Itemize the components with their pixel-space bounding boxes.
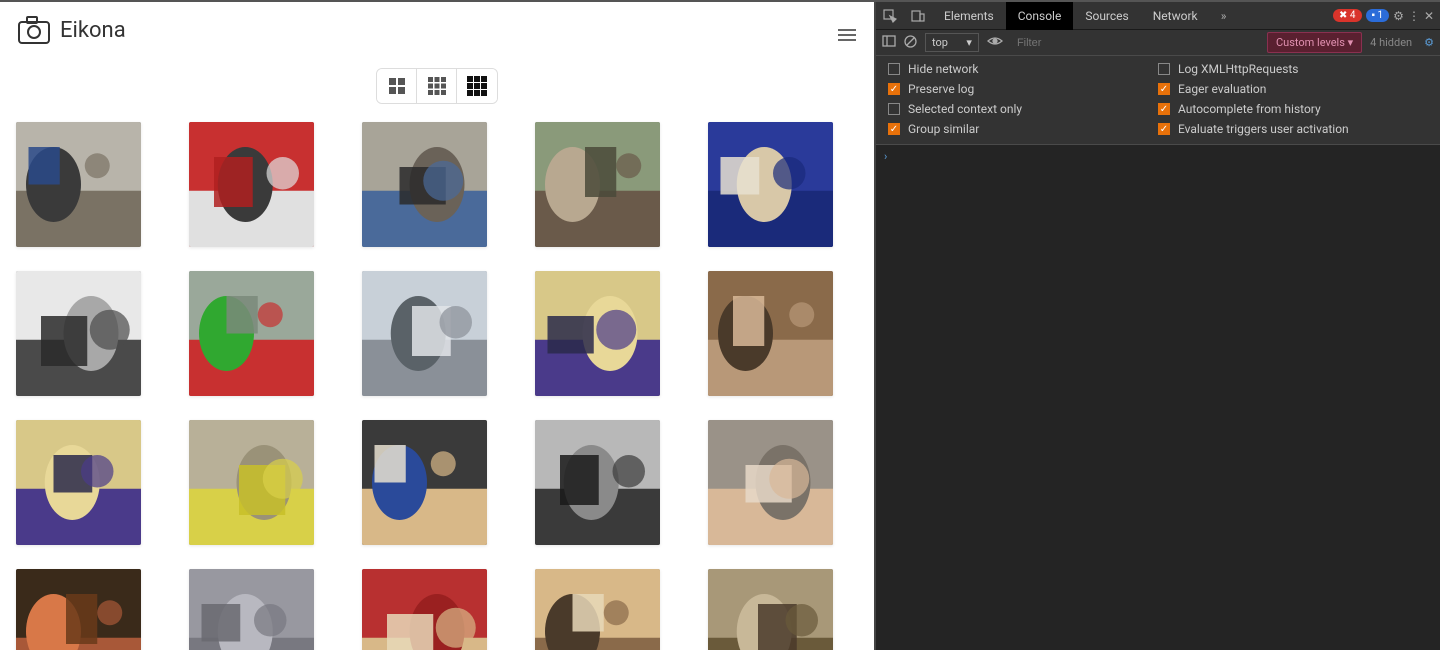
clear-console-icon[interactable]: [904, 35, 917, 51]
error-count-badge[interactable]: ✖ 4: [1333, 9, 1361, 22]
view-toggle-group: [0, 68, 874, 104]
view-medium-grid-button[interactable]: [417, 69, 457, 103]
console-sidebar-toggle-icon[interactable]: [882, 34, 896, 51]
tab-console[interactable]: Console: [1006, 2, 1074, 30]
eager-eval-checkbox[interactable]: ✓Eager evaluation: [1158, 82, 1428, 96]
tab-elements[interactable]: Elements: [932, 2, 1006, 30]
console-settings-icon[interactable]: ⚙: [1424, 36, 1434, 49]
group-similar-checkbox[interactable]: ✓Group similar: [888, 122, 1158, 136]
context-selector[interactable]: top ▾: [925, 33, 979, 52]
thumbnail-snowy-creek[interactable]: [362, 271, 487, 396]
app-pane: Eikona: [0, 2, 874, 650]
devtools-more-icon[interactable]: ⋮: [1408, 9, 1420, 23]
devtools-settings-icon[interactable]: ⚙: [1393, 9, 1404, 23]
camera-logo-icon: [18, 16, 50, 44]
thumbnail-corona-sombreros-2[interactable]: [16, 420, 141, 545]
console-settings-panel: Hide network Log XMLHttpRequests ✓Preser…: [876, 56, 1440, 145]
thumbnail-group-indoor[interactable]: [708, 271, 833, 396]
hidden-count-label: 4 hidden: [1370, 36, 1412, 49]
thumbnail-baby-dog-floor[interactable]: [708, 420, 833, 545]
thumbnail-drone-on-table[interactable]: [16, 122, 141, 247]
devtools-panel: Elements Console Sources Network » ✖ 4 ▪…: [874, 2, 1440, 650]
console-output: ›: [876, 145, 1440, 650]
app-title: Eikona: [60, 18, 126, 43]
thumbnail-bike-rack-car[interactable]: [535, 420, 660, 545]
devtools-tab-bar: Elements Console Sources Network » ✖ 4 ▪…: [876, 2, 1440, 30]
info-count-badge[interactable]: ▪ 1: [1366, 9, 1390, 22]
live-expression-icon[interactable]: [987, 35, 1003, 50]
log-xhr-checkbox[interactable]: Log XMLHttpRequests: [1158, 62, 1428, 76]
preserve-log-checkbox[interactable]: ✓Preserve log: [888, 82, 1158, 96]
thumbnail-basketball-player-30[interactable]: [708, 122, 833, 247]
app-header: Eikona: [0, 2, 874, 58]
device-toolbar-icon[interactable]: [904, 2, 932, 30]
tab-network[interactable]: Network: [1141, 2, 1210, 30]
image-grid: [0, 122, 874, 650]
thumbnail-flowers-ground[interactable]: [189, 420, 314, 545]
hamburger-menu-icon[interactable]: [838, 26, 856, 44]
eval-triggers-checkbox[interactable]: ✓Evaluate triggers user activation: [1158, 122, 1428, 136]
thumbnail-man-sunglasses-car[interactable]: [16, 271, 141, 396]
console-toolbar: top ▾ Custom levels ▾ 4 hidden ⚙: [876, 30, 1440, 56]
console-filter-input[interactable]: [1011, 34, 1259, 52]
selected-context-checkbox[interactable]: Selected context only: [888, 102, 1158, 116]
thumbnail-two-people-hill[interactable]: [189, 271, 314, 396]
thumbnail-foggy-scene[interactable]: [189, 569, 314, 650]
hide-network-checkbox[interactable]: Hide network: [888, 62, 1158, 76]
thumbnail-couple-woods[interactable]: [535, 122, 660, 247]
more-tabs-icon[interactable]: »: [1210, 2, 1238, 30]
inspect-element-icon[interactable]: [876, 2, 904, 30]
autocomplete-checkbox[interactable]: ✓Autocomplete from history: [1158, 102, 1428, 116]
thumbnail-drone-close-up[interactable]: [362, 122, 487, 247]
view-small-grid-button[interactable]: [457, 69, 497, 103]
console-prompt-icon[interactable]: ›: [884, 150, 887, 163]
tab-sources[interactable]: Sources: [1073, 2, 1140, 30]
thumbnail-interior-wood[interactable]: [708, 569, 833, 650]
log-levels-button[interactable]: Custom levels ▾: [1267, 32, 1362, 53]
thumbnail-corona-sombreros-1[interactable]: [535, 271, 660, 396]
thumbnail-couple-hat[interactable]: [535, 569, 660, 650]
thumbnail-food-pan[interactable]: [16, 569, 141, 650]
view-large-grid-button[interactable]: [377, 69, 417, 103]
thumbnail-meme-ya-karl[interactable]: [362, 420, 487, 545]
thumbnail-basketball-game-1[interactable]: [189, 122, 314, 247]
thumbnail-family-table[interactable]: [362, 569, 487, 650]
devtools-close-icon[interactable]: ✕: [1424, 9, 1434, 23]
